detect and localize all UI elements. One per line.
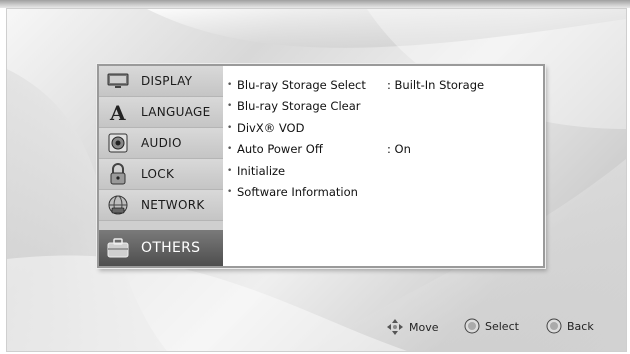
list-item[interactable]: • Software Information xyxy=(227,182,537,204)
select-button-icon xyxy=(464,318,480,334)
list-item[interactable]: • Initialize xyxy=(227,160,537,182)
language-icon: A xyxy=(107,101,129,123)
setting-value: : On xyxy=(387,142,411,157)
sidebar-item-audio[interactable]: AUDIO xyxy=(99,128,223,159)
setting-value: : Built-In Storage xyxy=(387,77,485,92)
setting-label: Blu-ray Storage Select xyxy=(237,77,366,92)
top-strip xyxy=(0,0,630,8)
setup-panel: DISPLAY A LANGUAGE AUDIO LOCK NETWORK OT… xyxy=(97,64,545,268)
move-label: Move xyxy=(409,320,439,334)
sidebar-item-display[interactable]: DISPLAY xyxy=(99,66,223,97)
sidebar-item-label: DISPLAY xyxy=(141,74,193,88)
setting-label: Blu-ray Storage Clear xyxy=(237,99,361,114)
setting-label: Auto Power Off xyxy=(237,142,323,157)
bullet: • xyxy=(227,101,233,112)
sidebar-item-label: NETWORK xyxy=(141,198,205,212)
list-item[interactable]: • Blu-ray Storage Select : Built-In Stor… xyxy=(227,74,537,96)
audio-icon xyxy=(107,132,129,154)
bullet: • xyxy=(227,144,233,155)
category-sidebar: DISPLAY A LANGUAGE AUDIO LOCK NETWORK OT… xyxy=(99,66,223,266)
sidebar-item-label: AUDIO xyxy=(141,136,182,150)
screen: DISPLAY A LANGUAGE AUDIO LOCK NETWORK OT… xyxy=(0,0,630,354)
setting-label: Initialize xyxy=(237,163,286,178)
sidebar-item-network[interactable]: NETWORK xyxy=(99,190,223,221)
list-item[interactable]: • Blu-ray Storage Clear xyxy=(227,96,537,118)
sidebar-item-lock[interactable]: LOCK xyxy=(99,159,223,190)
sidebar-item-label: LANGUAGE xyxy=(141,105,211,119)
bullet: • xyxy=(227,122,233,133)
back-label: Back xyxy=(567,319,594,333)
others-icon xyxy=(107,237,129,259)
move-arrows-icon xyxy=(386,318,404,336)
setting-label: DivX® VOD xyxy=(237,120,305,135)
sidebar-item-others[interactable]: OTHERS xyxy=(99,230,223,266)
lock-icon xyxy=(107,163,129,185)
svg-text:A: A xyxy=(109,101,126,123)
list-item[interactable]: • Auto Power Off : On xyxy=(227,139,537,161)
select-label: Select xyxy=(485,319,519,333)
setting-label: Software Information xyxy=(237,185,358,200)
bullet: • xyxy=(227,79,233,90)
network-icon xyxy=(107,194,129,216)
bullet: • xyxy=(227,165,233,176)
sidebar-item-label: LOCK xyxy=(141,167,175,181)
settings-list: • Blu-ray Storage Select : Built-In Stor… xyxy=(227,74,537,203)
sidebar-item-language[interactable]: A LANGUAGE xyxy=(99,97,223,128)
back-hint: Back xyxy=(546,318,594,334)
sidebar-item-label: OTHERS xyxy=(141,240,201,256)
select-hint: Select xyxy=(464,318,519,334)
bullet: • xyxy=(227,187,233,198)
move-hint: Move xyxy=(386,318,439,336)
display-icon xyxy=(107,70,129,92)
back-button-icon xyxy=(546,318,562,334)
list-item[interactable]: • DivX® VOD xyxy=(227,117,537,139)
